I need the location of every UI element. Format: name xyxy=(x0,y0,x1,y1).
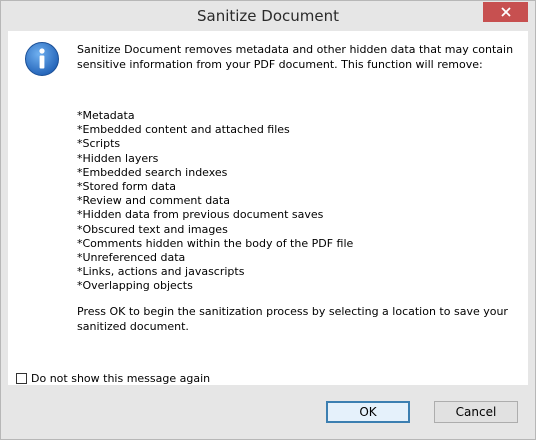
list-item: *Metadata xyxy=(77,109,135,122)
close-button[interactable] xyxy=(483,2,528,22)
info-icon xyxy=(25,42,59,76)
list-item: *Comments hidden within the body of the … xyxy=(77,236,354,250)
list-item: *Obscured text and images xyxy=(77,222,228,236)
list-item: *Links, actions and javascripts xyxy=(77,265,245,279)
checkbox-label: Do not show this message again xyxy=(31,372,211,385)
ok-button[interactable]: OK xyxy=(326,401,410,423)
list-item: *Scripts xyxy=(77,137,121,151)
outro-text: Press OK to begin the sanitization proce… xyxy=(77,305,508,333)
list-item: *Embedded content and attached files xyxy=(77,123,290,137)
dialog-footer: Do not show this message again OK Cancel xyxy=(1,372,535,439)
removal-list: *Metadata *Embedded content and attached… xyxy=(77,109,353,294)
list-item: *Unreferenced data xyxy=(77,251,186,265)
list-item: *Hidden data from previous document save… xyxy=(77,208,324,222)
list-item: *Stored form data xyxy=(77,180,176,194)
intro-text: Sanitize Document removes metadata and o… xyxy=(77,43,514,71)
dont-show-again-checkbox[interactable] xyxy=(16,373,27,384)
list-item: *Review and comment data xyxy=(77,194,230,208)
message-text: Sanitize Document removes metadata and o… xyxy=(77,42,517,333)
sanitize-dialog: Sanitize Document Sanitize Document remo… xyxy=(0,0,536,440)
close-icon xyxy=(500,7,511,17)
dont-show-again-option[interactable]: Do not show this message again xyxy=(16,372,210,385)
cancel-button[interactable]: Cancel xyxy=(434,401,518,423)
list-item: *Hidden layers xyxy=(77,151,159,165)
dialog-title: Sanitize Document xyxy=(196,7,340,25)
list-item: *Embedded search indexes xyxy=(77,165,228,179)
list-item: *Overlapping objects xyxy=(77,279,193,293)
title-bar[interactable]: Sanitize Document xyxy=(1,1,535,31)
message-area: Sanitize Document removes metadata and o… xyxy=(8,31,528,385)
